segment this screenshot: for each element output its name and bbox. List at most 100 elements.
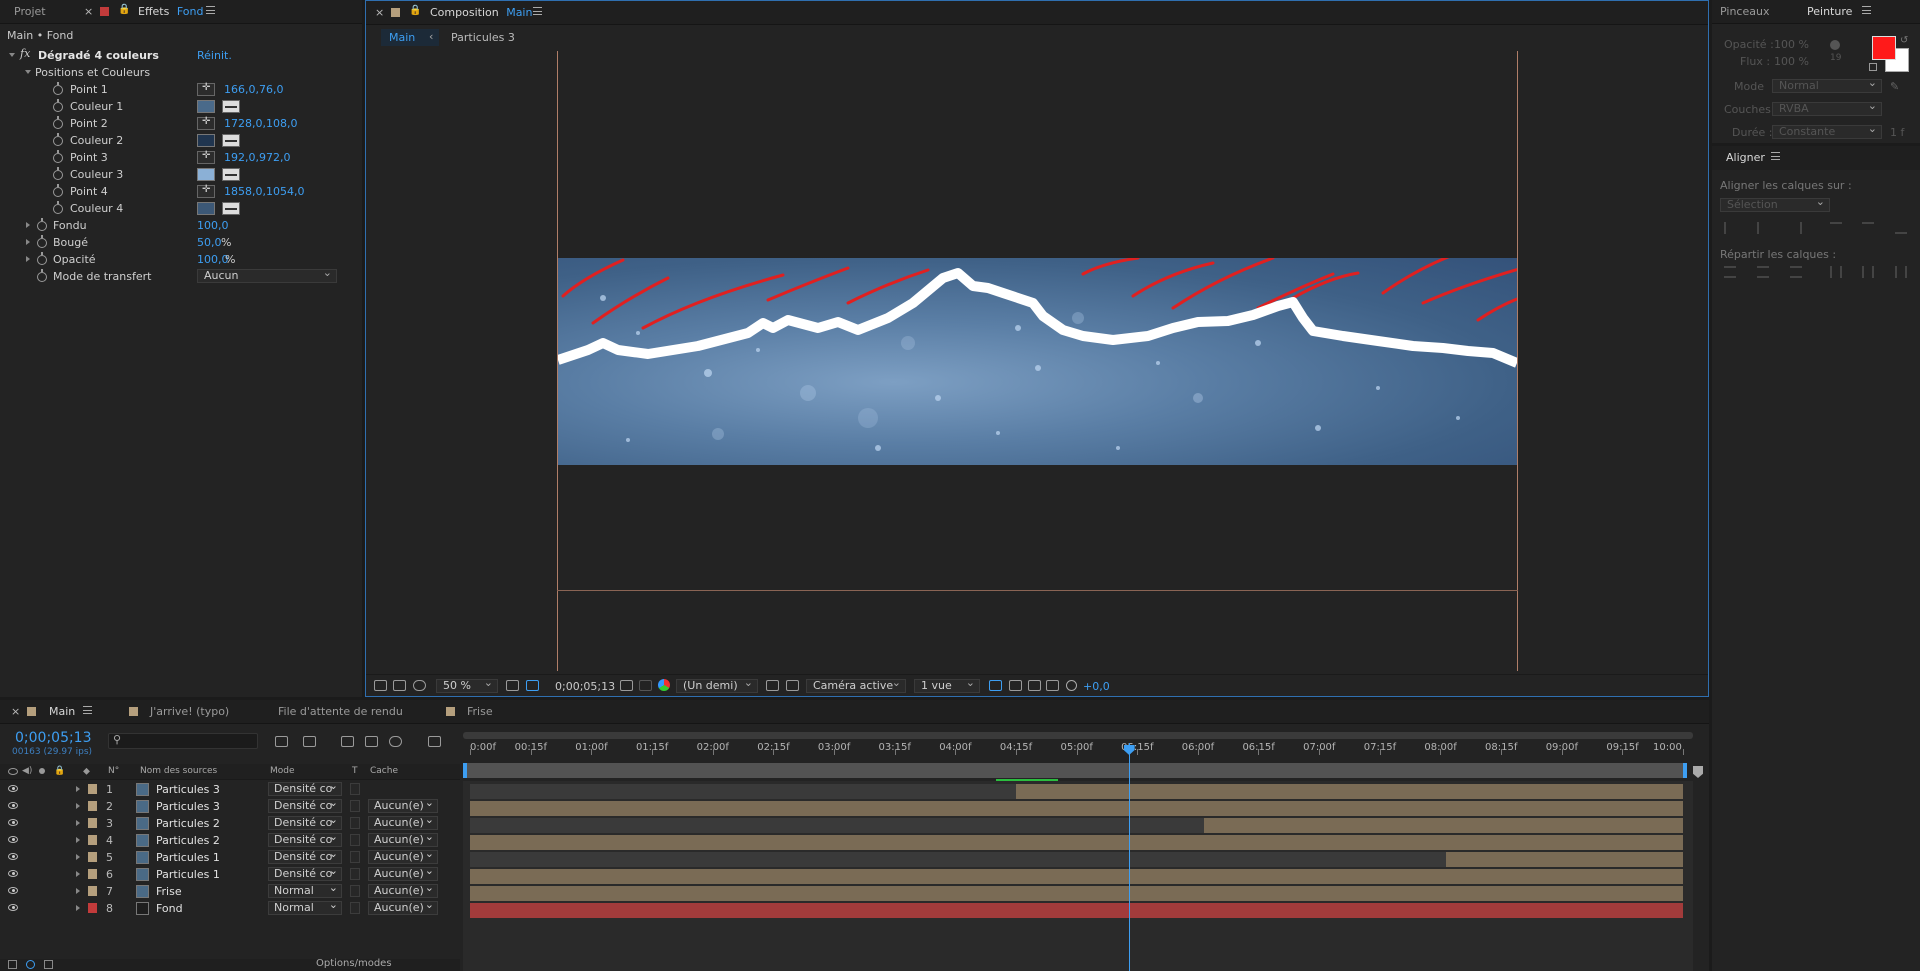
property-value[interactable]: 100,0 bbox=[197, 219, 229, 232]
blend-mode-select[interactable]: Densité co bbox=[268, 850, 342, 864]
col-source[interactable]: Nom des sources bbox=[140, 766, 217, 776]
blend-mode-select[interactable]: Densité co bbox=[268, 782, 342, 796]
color-swatch[interactable] bbox=[197, 134, 215, 147]
panel-menu-icon[interactable] bbox=[533, 7, 542, 15]
layer-row-1[interactable]: 1 Particules 3 Densité co bbox=[0, 781, 460, 798]
property-value[interactable]: 1728,0,108,0 bbox=[224, 117, 297, 130]
current-time[interactable]: 0;00;05;13 bbox=[15, 730, 92, 746]
distribute-hcenter-icon[interactable] bbox=[1862, 266, 1874, 278]
zoom-select[interactable]: 50 % bbox=[436, 677, 498, 693]
layer-row-7[interactable]: 7 Frise Normal Aucun(e) bbox=[0, 882, 460, 900]
eye-icon[interactable] bbox=[8, 904, 18, 911]
layer-row-2[interactable]: 2 Particules 3 Densité co Aucun(e) bbox=[0, 797, 460, 815]
layer-name[interactable]: Particules 3 bbox=[156, 783, 220, 796]
stopwatch-icon[interactable] bbox=[53, 82, 63, 95]
breadcrumb-child[interactable]: Particules 3 bbox=[451, 31, 515, 44]
expand-icon[interactable] bbox=[76, 888, 80, 894]
distribute-left-icon[interactable] bbox=[1830, 266, 1842, 278]
brush-tip-icon[interactable] bbox=[1830, 40, 1840, 50]
col-mode[interactable]: Mode bbox=[270, 766, 295, 776]
eye-icon[interactable] bbox=[8, 870, 18, 877]
track-matte-select[interactable]: Aucun(e) bbox=[368, 865, 438, 881]
label-color-icon[interactable] bbox=[88, 801, 97, 811]
property-value[interactable]: 166,0,76,0 bbox=[224, 83, 283, 96]
align-left-icon[interactable] bbox=[1724, 222, 1736, 234]
track-matte-select[interactable]: Aucun(e) bbox=[368, 848, 438, 864]
eye-icon[interactable] bbox=[8, 785, 18, 792]
label-color-icon[interactable] bbox=[88, 886, 97, 896]
stopwatch-icon[interactable] bbox=[53, 133, 63, 146]
panel-menu-icon[interactable] bbox=[1771, 152, 1780, 160]
align-vcenter-icon[interactable] bbox=[1862, 222, 1874, 234]
tab-render-queue[interactable]: File d'attente de rendu bbox=[278, 705, 403, 718]
crosshair-icon[interactable]: ✛ bbox=[197, 150, 215, 164]
fx-icon[interactable]: fx bbox=[20, 47, 30, 60]
label-color-icon[interactable] bbox=[88, 835, 97, 845]
expand-icon[interactable] bbox=[76, 871, 80, 877]
tab-effets[interactable]: Effets Fond bbox=[138, 5, 203, 18]
eye-icon[interactable] bbox=[8, 768, 18, 775]
preserve-transparency-toggle[interactable] bbox=[350, 902, 360, 914]
crosshair-icon[interactable]: ✛ bbox=[197, 184, 215, 198]
expand-icon[interactable] bbox=[9, 53, 15, 57]
eye-icon[interactable] bbox=[8, 853, 18, 860]
graph-editor-icon[interactable] bbox=[428, 736, 441, 747]
blend-mode-select[interactable]: Densité co bbox=[268, 799, 342, 813]
layer-search-input[interactable] bbox=[108, 733, 258, 749]
tab-pinceaux[interactable]: Pinceaux bbox=[1720, 5, 1769, 18]
stopwatch-icon[interactable] bbox=[53, 201, 63, 214]
distribute-top-icon[interactable] bbox=[1724, 266, 1736, 278]
stopwatch-icon[interactable] bbox=[37, 235, 47, 248]
transfer-mode-select[interactable]: Aucun bbox=[197, 267, 337, 283]
layer-name[interactable]: Particules 2 bbox=[156, 834, 220, 847]
tab-projet[interactable]: Projet bbox=[14, 5, 46, 18]
track-matte-select[interactable]: Aucun(e) bbox=[368, 831, 438, 847]
reset-colors-icon[interactable] bbox=[1869, 63, 1877, 71]
blend-mode-select[interactable]: Densité co bbox=[268, 833, 342, 847]
tab-composition[interactable]: Composition Main bbox=[430, 6, 532, 19]
expand-icon[interactable] bbox=[76, 786, 80, 792]
panel-menu-icon[interactable] bbox=[83, 706, 92, 714]
close-icon[interactable]: × bbox=[84, 5, 93, 18]
layer-row-8[interactable]: 8 Fond Normal Aucun(e) bbox=[0, 899, 460, 917]
align-bottom-icon[interactable] bbox=[1895, 222, 1907, 234]
grid-icon[interactable] bbox=[526, 680, 539, 691]
views-select[interactable]: 1 vue bbox=[914, 677, 980, 693]
comp-marker-icon[interactable] bbox=[1693, 766, 1703, 778]
color-swatch[interactable] bbox=[197, 168, 215, 181]
shy-icon[interactable] bbox=[341, 736, 354, 747]
eyedropper-icon[interactable] bbox=[222, 100, 240, 113]
layer-row-4[interactable]: 4 Particules 2 Densité co Aucun(e) bbox=[0, 831, 460, 849]
mode-select[interactable]: Normal bbox=[1772, 77, 1882, 93]
layer-name[interactable]: Particules 1 bbox=[156, 868, 220, 881]
frise-image[interactable] bbox=[558, 258, 1517, 465]
layer-bar[interactable] bbox=[470, 869, 1683, 884]
comp-mini-flowchart-icon[interactable] bbox=[275, 736, 288, 747]
eye-icon[interactable] bbox=[8, 887, 18, 894]
close-icon[interactable]: × bbox=[11, 705, 20, 718]
track-matte-select[interactable]: Aucun(e) bbox=[368, 899, 438, 915]
snapshot-icon[interactable] bbox=[639, 680, 652, 691]
effect-header[interactable]: fx Dégradé 4 couleurs Réinit. bbox=[0, 47, 362, 64]
footer-toggle-icon[interactable] bbox=[26, 960, 35, 969]
label-tag-icon[interactable]: ⬥ bbox=[83, 766, 90, 777]
layer-name[interactable]: Particules 3 bbox=[156, 800, 220, 813]
stopwatch-icon[interactable] bbox=[37, 252, 47, 265]
panel-menu-icon[interactable] bbox=[1862, 6, 1871, 14]
opacity-value[interactable]: 100 % bbox=[1774, 38, 1809, 51]
stopwatch-icon[interactable] bbox=[53, 167, 63, 180]
frame-blend-icon[interactable] bbox=[365, 736, 378, 747]
layer-row-3[interactable]: 3 Particules 2 Densité co Aucun(e) bbox=[0, 814, 460, 832]
footer-toggle-icon[interactable] bbox=[8, 960, 17, 969]
eye-icon[interactable] bbox=[8, 802, 18, 809]
expand-icon[interactable] bbox=[26, 222, 30, 228]
tab-frise[interactable]: Frise bbox=[467, 705, 493, 718]
preserve-transparency-toggle[interactable] bbox=[350, 834, 360, 846]
preserve-transparency-toggle[interactable] bbox=[350, 817, 360, 829]
layer-row-6[interactable]: 6 Particules 1 Densité co Aucun(e) bbox=[0, 865, 460, 883]
draft-3d-icon[interactable] bbox=[303, 736, 316, 747]
eye-icon[interactable] bbox=[8, 819, 18, 826]
label-color-icon[interactable] bbox=[88, 818, 97, 828]
stopwatch-icon[interactable] bbox=[37, 269, 47, 282]
layer-name[interactable]: Particules 1 bbox=[156, 851, 220, 864]
